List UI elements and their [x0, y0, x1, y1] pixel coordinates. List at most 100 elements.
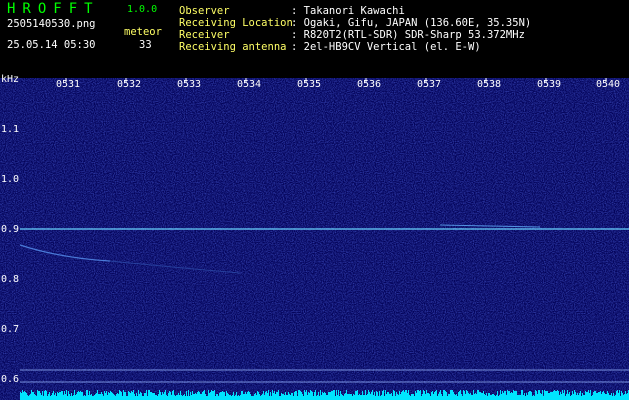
- band-bar: [107, 395, 108, 400]
- band-bar: [370, 394, 371, 400]
- band-bar: [139, 394, 140, 400]
- band-bar: [550, 392, 551, 400]
- band-bar: [240, 395, 241, 400]
- band-bar: [533, 395, 534, 400]
- band-bar: [179, 395, 180, 400]
- band-bar: [357, 390, 358, 400]
- band-bar: [175, 396, 176, 400]
- band-bar: [424, 391, 425, 400]
- meteor-count: 33: [139, 39, 152, 51]
- band-bar: [274, 391, 275, 400]
- band-bar: [228, 394, 229, 400]
- band-bar: [324, 392, 325, 400]
- band-bar: [72, 396, 73, 400]
- band-bar: [479, 392, 480, 400]
- band-bar: [391, 393, 392, 400]
- band-bar: [121, 392, 122, 400]
- band-bar: [319, 396, 320, 400]
- band-bar: [196, 394, 197, 400]
- band-bar: [24, 391, 25, 400]
- band-bar: [205, 394, 206, 400]
- band-bar: [390, 394, 391, 400]
- band-bar: [500, 390, 501, 400]
- band-bar: [147, 396, 148, 400]
- band-bar: [95, 394, 96, 400]
- band-bar: [225, 396, 226, 400]
- band-bar: [294, 392, 295, 400]
- band-bar: [266, 391, 267, 400]
- band-bar: [102, 394, 103, 400]
- band-bar: [23, 392, 24, 400]
- band-bar: [378, 396, 379, 400]
- band-bar: [492, 394, 493, 400]
- spectrogram-noise: [0, 78, 629, 400]
- band-bar: [201, 394, 202, 400]
- band-bar: [163, 394, 164, 400]
- band-bar: [541, 394, 542, 400]
- band-bar: [396, 392, 397, 400]
- band-bar: [367, 394, 368, 400]
- band-bar: [412, 394, 413, 400]
- band-bar: [124, 392, 125, 400]
- band-bar: [435, 391, 436, 400]
- band-bar: [174, 395, 175, 400]
- band-bar: [146, 390, 147, 400]
- band-bar: [545, 391, 546, 400]
- band-bar: [421, 396, 422, 400]
- band-bar: [457, 396, 458, 400]
- band-bar: [569, 392, 570, 400]
- band-bar: [556, 391, 557, 400]
- band-bar: [271, 396, 272, 400]
- band-bar: [85, 396, 86, 400]
- band-bar: [81, 392, 82, 400]
- band-bar: [616, 391, 617, 400]
- band-bar: [516, 391, 517, 400]
- band-bar: [542, 390, 543, 400]
- band-bar: [586, 392, 587, 400]
- band-bar: [519, 395, 520, 400]
- band-bar: [477, 390, 478, 400]
- y-tick-label: 0.9: [1, 224, 20, 235]
- band-bar: [315, 390, 316, 400]
- band-bar: [186, 391, 187, 400]
- band-bar: [611, 393, 612, 400]
- band-bar: [303, 396, 304, 400]
- band-bar: [297, 396, 298, 400]
- band-bar: [361, 395, 362, 400]
- band-bar: [285, 392, 286, 400]
- band-bar: [342, 395, 343, 400]
- band-bar: [455, 395, 456, 400]
- band-bar: [270, 392, 271, 400]
- band-bar: [345, 393, 346, 400]
- band-bar: [263, 391, 264, 400]
- band-bar: [379, 391, 380, 400]
- band-bar: [546, 391, 547, 400]
- band-bar: [93, 396, 94, 400]
- band-bar: [96, 393, 97, 400]
- band-bar: [246, 394, 247, 400]
- band-bar: [311, 391, 312, 400]
- band-bar: [507, 390, 508, 400]
- y-tick-label: 0.7: [1, 324, 20, 335]
- band-bar: [202, 392, 203, 400]
- band-bar: [615, 395, 616, 400]
- band-bar: [165, 390, 166, 400]
- band-bar: [624, 394, 625, 400]
- band-bar: [300, 391, 301, 400]
- band-bar: [454, 394, 455, 400]
- band-bar: [620, 396, 621, 400]
- band-bar: [552, 392, 553, 400]
- band-bar: [452, 390, 453, 400]
- band-bar: [226, 391, 227, 400]
- band-bar: [583, 395, 584, 400]
- band-bar: [351, 394, 352, 400]
- info-value-receiver: : R820T2(RTL-SDR) SDR-Sharp 53.372MHz: [291, 29, 525, 41]
- band-bar: [64, 391, 65, 400]
- band-bar: [26, 393, 27, 400]
- band-bar: [327, 395, 328, 400]
- x-tick-label: 0536: [357, 79, 382, 90]
- band-bar: [526, 393, 527, 400]
- band-bar: [305, 392, 306, 400]
- band-bar: [462, 396, 463, 400]
- band-bar: [356, 391, 357, 400]
